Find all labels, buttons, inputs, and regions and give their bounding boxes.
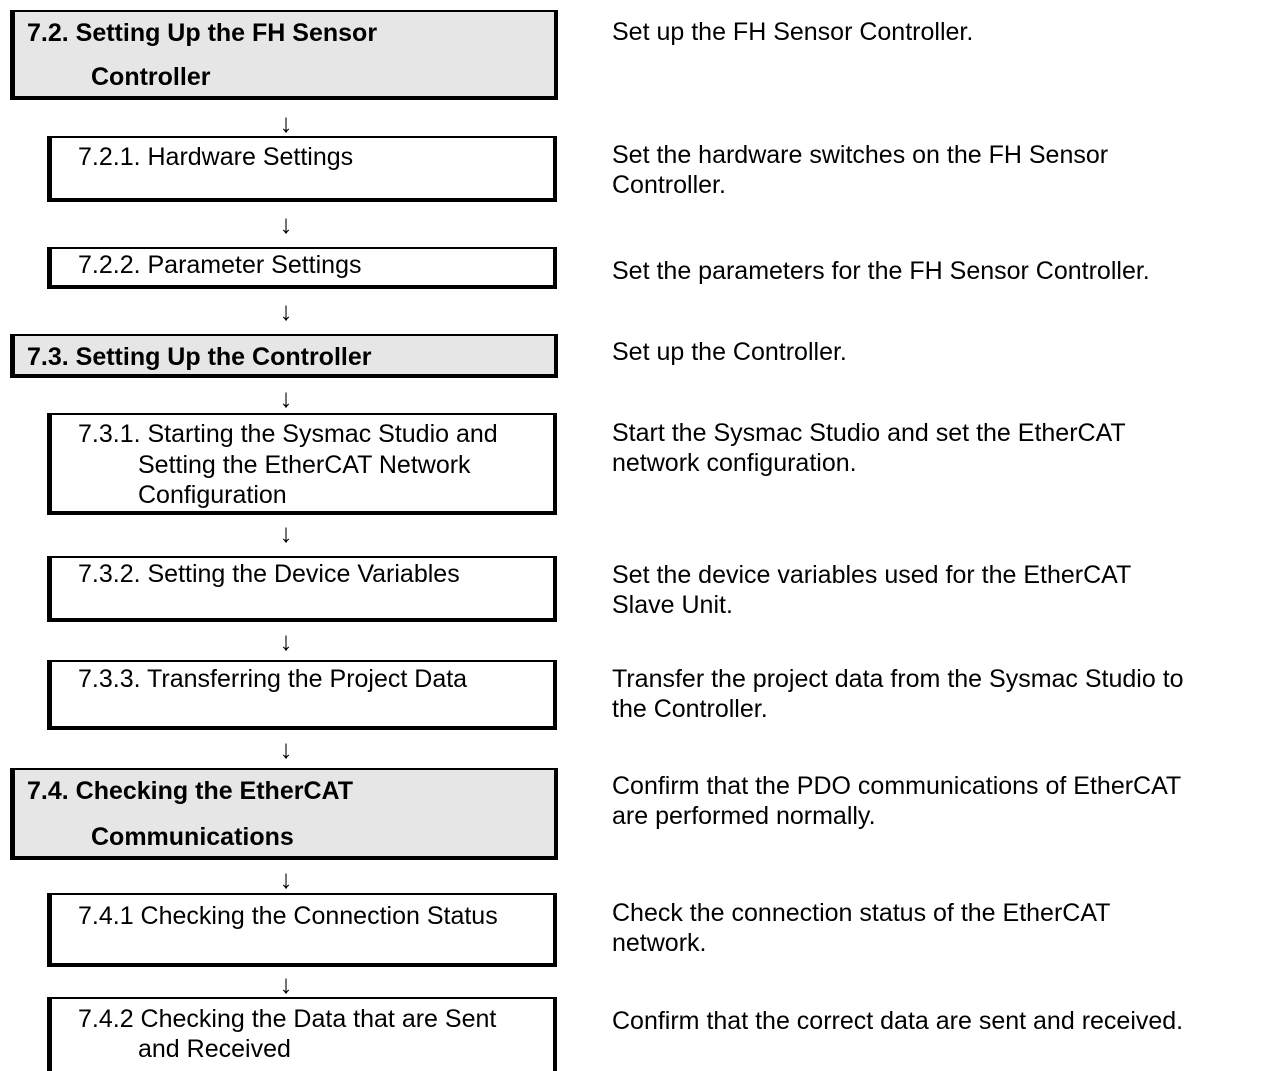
step-title-line: Controller — [91, 63, 211, 91]
step-title-line: 7.4. Checking the EtherCAT — [27, 777, 353, 805]
step-7-4-1-description: Check the connection status of the Ether… — [612, 898, 1110, 958]
step-title-line: 7.4.2 Checking the Data that are Sent — [78, 1005, 497, 1033]
description-line: Controller. — [612, 171, 726, 199]
description-line: network. — [612, 929, 707, 957]
description-line: Set the hardware switches on the FH Sens… — [612, 141, 1109, 169]
step-7-4-1-box: 7.4.1 Checking the Connection Status — [47, 893, 557, 967]
step-title-line: 7.3. Setting Up the Controller — [27, 343, 372, 371]
step-title-line: 7.3.3. Transferring the Project Data — [78, 665, 468, 693]
flow-arrow-icon: ↓ — [279, 296, 293, 326]
step-7-2-2-description: Set the parameters for the FH Sensor Con… — [612, 256, 1150, 286]
step-7-3-box: 7.3. Setting Up the Controller — [10, 334, 558, 378]
description-line: are performed normally. — [612, 802, 876, 830]
flow-arrow-icon: ↓ — [279, 734, 293, 764]
step-7-2-1-box: 7.2.1. Hardware Settings — [47, 136, 557, 202]
step-7-3-1-box: 7.3.1. Starting the Sysmac Studio and Se… — [47, 413, 557, 515]
description-line: Check the connection status of the Ether… — [612, 899, 1111, 927]
step-title-line: 7.2. Setting Up the FH Sensor — [27, 19, 378, 47]
description-line: Set up the FH Sensor Controller. — [612, 18, 974, 46]
description-line: Set up the Controller. — [612, 338, 847, 366]
step-title-line: 7.2.2. Parameter Settings — [78, 251, 362, 279]
step-7-3-3-box: 7.3.3. Transferring the Project Data — [47, 660, 557, 730]
description-line: Transfer the project data from the Sysma… — [612, 665, 1184, 693]
flow-arrow-icon: ↓ — [279, 626, 293, 656]
flow-arrow-icon: ↓ — [279, 518, 293, 548]
flow-arrow-icon: ↓ — [279, 969, 293, 999]
description-line: the Controller. — [612, 695, 768, 723]
description-line: network configuration. — [612, 449, 857, 477]
step-title-line: 7.3.2. Setting the Device Variables — [78, 560, 460, 588]
description-line: Confirm that the correct data are sent a… — [612, 1007, 1184, 1035]
description-line: Start the Sysmac Studio and set the Ethe… — [612, 419, 1126, 447]
flow-arrow-icon: ↓ — [279, 108, 293, 138]
step-7-3-1-description: Start the Sysmac Studio and set the Ethe… — [612, 418, 1126, 478]
description-line: Confirm that the PDO communications of E… — [612, 772, 1182, 800]
step-7-3-2-description: Set the device variables used for the Et… — [612, 560, 1131, 620]
description-line: Set the device variables used for the Et… — [612, 561, 1132, 589]
step-7-2-box: 7.2. Setting Up the FH Sensor Controller — [10, 10, 558, 100]
step-title-line: 7.4.1 Checking the Connection Status — [78, 902, 498, 930]
step-7-4-2-box: 7.4.2 Checking the Data that are Sent an… — [47, 997, 557, 1071]
step-7-3-3-description: Transfer the project data from the Sysma… — [612, 664, 1184, 724]
step-title-line: Setting the EtherCAT Network — [138, 451, 471, 479]
step-7-4-description: Confirm that the PDO communications of E… — [612, 771, 1181, 831]
step-7-2-2-box: 7.2.2. Parameter Settings — [47, 247, 557, 289]
step-title-line: 7.3.1. Starting the Sysmac Studio and — [78, 420, 498, 448]
description-line: Set the parameters for the FH Sensor Con… — [612, 257, 1150, 285]
step-7-2-1-description: Set the hardware switches on the FH Sens… — [612, 140, 1108, 200]
description-line: Slave Unit. — [612, 591, 733, 619]
step-title-line: 7.2.1. Hardware Settings — [78, 143, 354, 171]
step-7-3-description: Set up the Controller. — [612, 337, 847, 367]
step-title-line: and Received — [138, 1035, 291, 1063]
step-7-4-box: 7.4. Checking the EtherCAT Communication… — [10, 768, 558, 860]
step-title-line: Configuration — [138, 481, 287, 509]
step-7-3-2-box: 7.3.2. Setting the Device Variables — [47, 556, 557, 622]
flow-arrow-icon: ↓ — [279, 209, 293, 239]
step-7-2-description: Set up the FH Sensor Controller. — [612, 17, 973, 47]
step-title-line: Communications — [91, 823, 294, 851]
flow-arrow-icon: ↓ — [279, 383, 293, 413]
step-7-4-2-description: Confirm that the correct data are sent a… — [612, 1006, 1183, 1036]
flow-arrow-icon: ↓ — [279, 864, 293, 894]
